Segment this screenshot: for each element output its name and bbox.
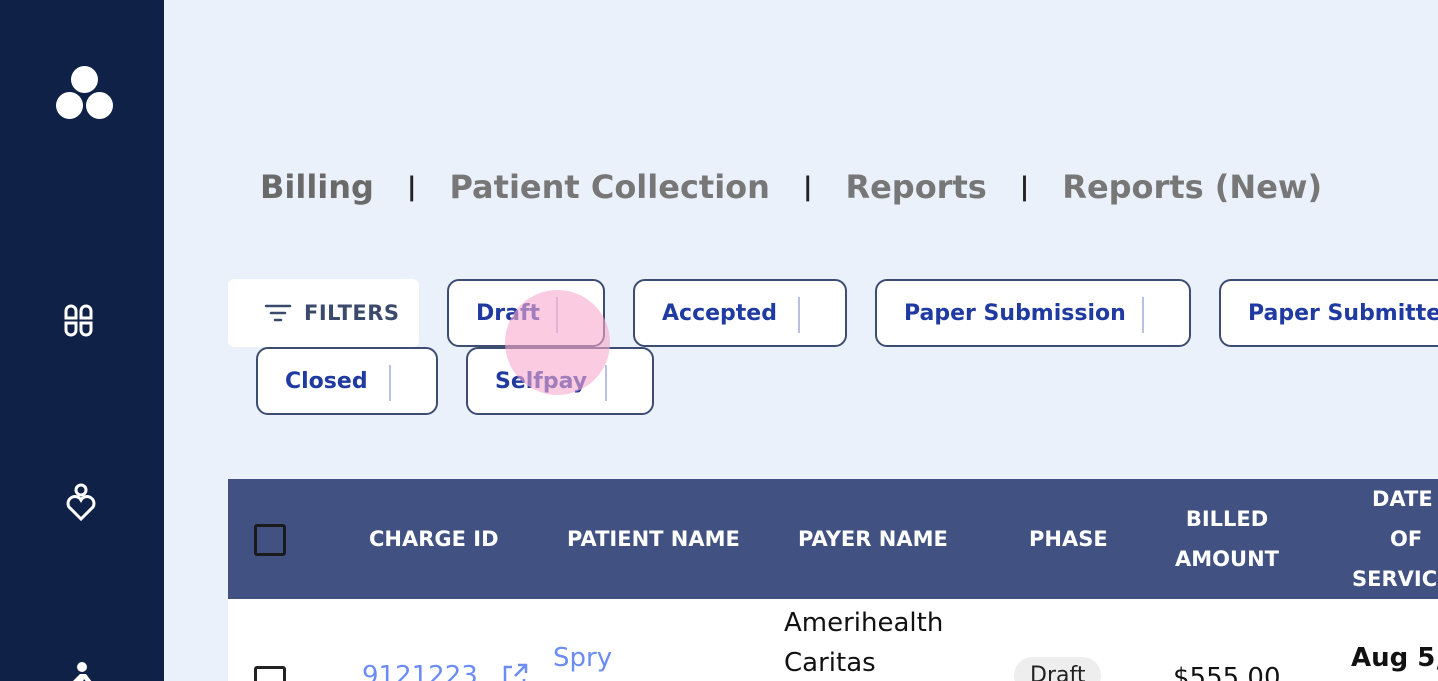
col-phase[interactable]: PHASE — [1029, 519, 1108, 559]
col-charge-id[interactable]: CHARGE ID — [369, 519, 499, 559]
filters-button[interactable]: FILTERS — [228, 279, 419, 347]
select-all-checkbox[interactable] — [254, 524, 286, 556]
tab-reports-new[interactable]: Reports (New) — [1062, 168, 1322, 206]
dashboard-grid-icon[interactable] — [62, 303, 100, 341]
chip-paper-submission[interactable]: Paper Submission — [875, 279, 1191, 347]
chip-paper-submitted[interactable]: Paper Submitted — [1219, 279, 1438, 347]
person-activity-icon[interactable] — [62, 660, 100, 681]
chip-divider — [556, 297, 558, 333]
charge-id-link[interactable]: 9121223 — [362, 661, 530, 681]
person-heart-icon[interactable] — [62, 483, 100, 522]
chip-selfpay[interactable]: Selfpay — [466, 347, 654, 415]
external-link-icon[interactable] — [500, 661, 530, 681]
chip-label: Closed — [285, 368, 368, 394]
chip-divider — [605, 365, 607, 401]
chip-label: Paper Submission — [904, 300, 1126, 326]
col-date-line2: OF — [1390, 527, 1423, 551]
tab-separator: | — [802, 172, 813, 202]
table-header: CHARGE ID PATIENT NAME PAYER NAME PHASE … — [228, 479, 1438, 599]
date-of-service: Aug 5, — [1351, 643, 1438, 673]
tab-separator: | — [1019, 172, 1030, 202]
sidebar — [0, 0, 164, 681]
payer-name-line1: Amerihealth — [784, 608, 944, 638]
filters-label: FILTERS — [304, 301, 400, 325]
table-body: 9121223 Spry Amerihealth Caritas Draft $… — [228, 599, 1438, 681]
chip-divider — [798, 297, 800, 333]
chip-draft[interactable]: Draft — [447, 279, 605, 347]
main-tabs: Billing | Patient Collection | Reports |… — [260, 168, 1322, 206]
status-badge: Draft — [1014, 657, 1102, 681]
row-checkbox[interactable] — [254, 666, 286, 681]
col-billed-amount-line1: BILLED — [1185, 507, 1269, 531]
chip-divider — [389, 365, 391, 401]
chip-divider — [1142, 297, 1144, 333]
payer-name-line2: Caritas — [784, 648, 876, 678]
tab-patient-collection[interactable]: Patient Collection — [449, 168, 769, 206]
chip-label: Selfpay — [495, 368, 588, 394]
patient-name-link[interactable]: Spry — [553, 643, 612, 673]
chip-label: Draft — [476, 300, 541, 326]
col-payer-name[interactable]: PAYER NAME — [798, 519, 948, 559]
col-date-line1: DATE — [1372, 487, 1433, 511]
col-billed-amount[interactable]: BILLED AMOUNT — [1175, 499, 1279, 579]
billed-amount: $555.00 — [1173, 663, 1281, 681]
chip-label: Paper Submitted — [1248, 300, 1438, 326]
payer-name: Amerihealth Caritas — [784, 603, 943, 681]
col-date-line3: SERVICE — [1352, 567, 1438, 591]
tab-billing[interactable]: Billing — [260, 168, 374, 206]
col-date-of-service[interactable]: DATE OF SERVICE — [1352, 479, 1438, 599]
filter-lines-icon — [264, 304, 292, 322]
chip-label: Accepted — [662, 300, 777, 326]
tab-reports[interactable]: Reports — [845, 168, 986, 206]
col-patient-name[interactable]: PATIENT NAME — [567, 519, 740, 559]
col-billed-amount-line2: AMOUNT — [1175, 547, 1279, 571]
chip-accepted[interactable]: Accepted — [633, 279, 847, 347]
logo-icon[interactable] — [55, 66, 115, 122]
tab-separator: | — [406, 172, 417, 202]
charge-id-value: 9121223 — [362, 661, 478, 681]
chip-closed[interactable]: Closed — [256, 347, 438, 415]
